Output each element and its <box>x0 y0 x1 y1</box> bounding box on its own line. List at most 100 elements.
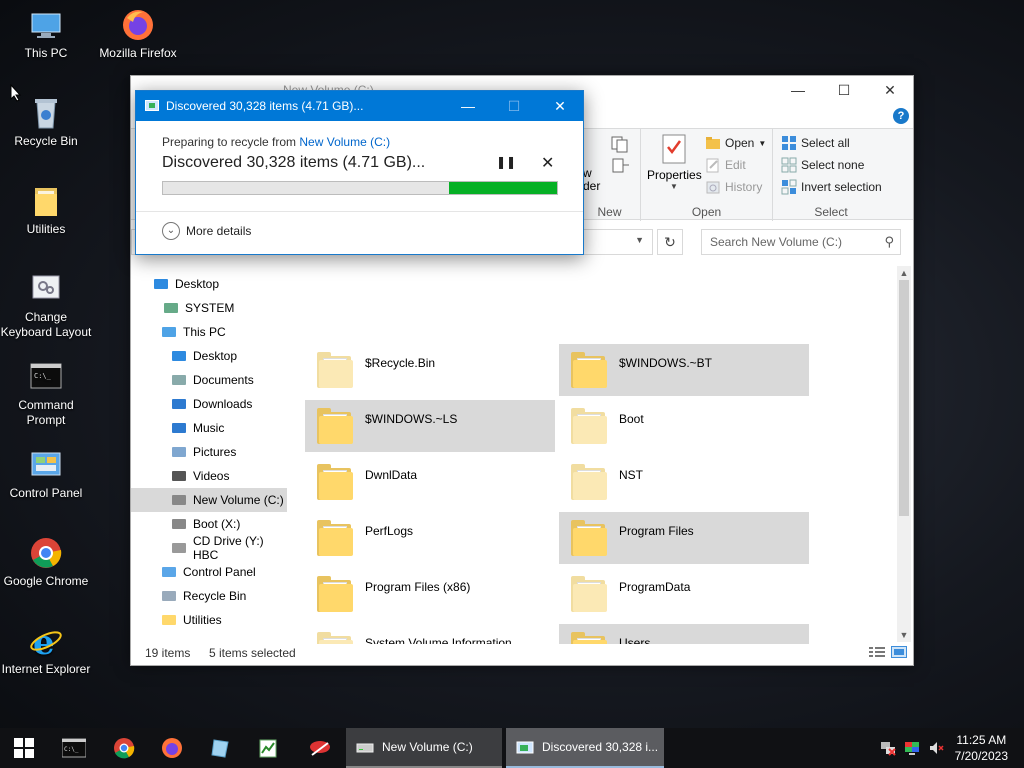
folder-item[interactable]: PerfLogs <box>305 512 555 564</box>
nav-item[interactable]: Videos <box>131 464 287 488</box>
desktop-icon-label: Utilities <box>26 222 66 236</box>
nav-item[interactable]: Utilities <box>131 608 287 632</box>
drive-icon <box>171 492 187 508</box>
minimize-button[interactable]: — <box>445 91 491 121</box>
new-folder-button-label[interactable]: w der <box>583 167 600 193</box>
nav-item[interactable]: CD Drive (Y:) HBC <box>131 534 287 562</box>
display-icon[interactable] <box>904 740 920 756</box>
folder-item[interactable]: NST <box>559 456 809 508</box>
nav-item[interactable]: Pictures <box>131 440 287 464</box>
folder-icon <box>569 516 609 560</box>
taskbar-tool-app[interactable] <box>296 728 344 768</box>
taskbar-task-explorer[interactable]: New Volume (C:) <box>346 728 502 768</box>
search-input[interactable]: Search New Volume (C:) ⚲ <box>701 229 901 255</box>
desktop-icon-google-chrome[interactable]: Google Chrome <box>0 536 92 589</box>
nav-item[interactable]: This PC <box>131 320 287 344</box>
folder-item[interactable]: DwnlData <box>305 456 555 508</box>
pictures-icon <box>171 444 187 460</box>
nav-item-label: New Volume (C:) <box>193 493 284 507</box>
easy-access-icon[interactable] <box>609 157 631 178</box>
nav-item[interactable]: SYSTEM <box>131 296 287 320</box>
folder-item[interactable]: $Recycle.Bin <box>305 344 555 396</box>
folder-item[interactable]: $WINDOWS.~LS <box>305 400 555 452</box>
downloads-icon <box>171 396 187 412</box>
taskbar-notepad-app[interactable] <box>196 728 244 768</box>
open-button[interactable]: Open ▼ <box>705 133 766 153</box>
desktop-icon-this-pc[interactable]: This PC <box>0 8 92 61</box>
folder-item[interactable]: Boot <box>559 400 809 452</box>
nav-item[interactable]: Documents <box>131 368 287 392</box>
taskbar-task-progress[interactable]: Discovered 30,328 i... <box>506 728 664 768</box>
more-details-label: More details <box>186 224 252 238</box>
more-details-button[interactable]: ⌄ More details <box>162 222 251 240</box>
open-label: Open <box>725 136 755 150</box>
scrollbar-thumb[interactable] <box>899 280 909 516</box>
folder-item[interactable]: $WINDOWS.~BT <box>559 344 809 396</box>
taskbar-chart-app[interactable] <box>244 728 292 768</box>
nav-item[interactable]: Music <box>131 416 287 440</box>
start-button[interactable] <box>0 728 48 768</box>
progress-bar-fill <box>449 182 557 194</box>
taskbar-command-prompt[interactable]: C:\_ <box>50 728 98 768</box>
nav-item[interactable]: New Volume (C:) <box>131 488 287 512</box>
nav-item[interactable]: Desktop <box>131 272 287 296</box>
desktop-icon-change-keyboard-layout[interactable]: Change Keyboard Layout <box>0 272 92 340</box>
folder-icon <box>315 460 355 504</box>
drive-icon <box>171 516 187 532</box>
desktop-icon-utilities[interactable]: Utilities <box>0 184 92 237</box>
desktop-icon-internet-explorer[interactable]: e Internet Explorer <box>0 623 92 677</box>
minimize-button[interactable]: — <box>775 76 821 104</box>
folder-icon <box>315 348 355 392</box>
invert-selection-label: Invert selection <box>801 180 882 194</box>
nav-item[interactable]: Recycle Bin <box>131 584 287 608</box>
command-prompt-icon: C:\_ <box>29 360 63 394</box>
chevron-down-icon[interactable]: ▼ <box>635 235 644 245</box>
tool-app-icon <box>310 741 330 756</box>
refresh-button[interactable]: ↻ <box>657 229 683 255</box>
videos-icon <box>171 468 187 484</box>
item-name: ProgramData <box>619 580 691 594</box>
cancel-button[interactable]: ✕ <box>541 153 554 173</box>
desktop-icon-command-prompt[interactable]: C:\_ Command Prompt <box>0 360 92 428</box>
volume-muted-icon[interactable] <box>928 740 944 756</box>
nav-item-label: Utilities <box>183 613 222 627</box>
desktop-icon-recycle-bin[interactable]: Recycle Bin <box>0 96 92 149</box>
close-button[interactable]: ✕ <box>537 91 583 121</box>
nav-item[interactable]: Boot (X:) <box>131 512 287 536</box>
scroll-up-icon[interactable]: ▲ <box>897 266 911 280</box>
system-clock[interactable]: 11:25 AM 7/20/2023 <box>955 732 1008 764</box>
new-item-icon[interactable] <box>609 135 631 156</box>
taskbar-chrome[interactable] <box>100 728 148 768</box>
nav-item[interactable]: Desktop <box>131 344 287 368</box>
vertical-scrollbar[interactable]: ▲ ▼ <box>897 266 911 642</box>
network-icon[interactable] <box>880 740 896 756</box>
desktop-icon-firefox[interactable]: Mozilla Firefox <box>92 8 184 61</box>
help-icon[interactable]: ? <box>893 108 909 124</box>
taskbar-firefox[interactable] <box>148 728 196 768</box>
tablet-app-icon <box>211 739 229 758</box>
desktop-icon-control-panel[interactable]: Control Panel <box>0 448 92 501</box>
pause-button[interactable]: ❚❚ <box>496 155 516 169</box>
refresh-icon: ↻ <box>664 234 676 250</box>
history-button[interactable]: History <box>705 177 762 197</box>
large-icons-view-icon[interactable] <box>891 646 907 661</box>
nav-item[interactable]: Downloads <box>131 392 287 416</box>
taskbar: C:\_ New Volume (C:) Discovered 30,328 i… <box>0 728 1024 768</box>
dialog-titlebar[interactable]: Discovered 30,328 items (4.71 GB)... — ☐… <box>136 91 583 121</box>
folder-item[interactable]: ProgramData <box>559 568 809 620</box>
folder-item[interactable]: Program Files (x86) <box>305 568 555 620</box>
details-view-icon[interactable] <box>869 646 885 661</box>
maximize-button[interactable]: ☐ <box>821 76 867 104</box>
properties-button[interactable]: Properties ▼ <box>647 133 702 191</box>
recycle-progress-dialog: Discovered 30,328 items (4.71 GB)... — ☐… <box>135 90 584 255</box>
invert-selection-button[interactable]: Invert selection <box>781 177 882 197</box>
select-all-button[interactable]: Select all <box>781 133 850 153</box>
edit-button[interactable]: Edit <box>705 155 746 175</box>
nav-item[interactable]: Control Panel <box>131 560 287 584</box>
close-button[interactable]: ✕ <box>867 76 913 104</box>
source-link[interactable]: New Volume (C:) <box>299 135 390 149</box>
folder-item[interactable]: Program Files <box>559 512 809 564</box>
folder-icon <box>569 404 609 448</box>
select-none-button[interactable]: Select none <box>781 155 864 175</box>
scroll-down-icon[interactable]: ▼ <box>897 628 911 642</box>
